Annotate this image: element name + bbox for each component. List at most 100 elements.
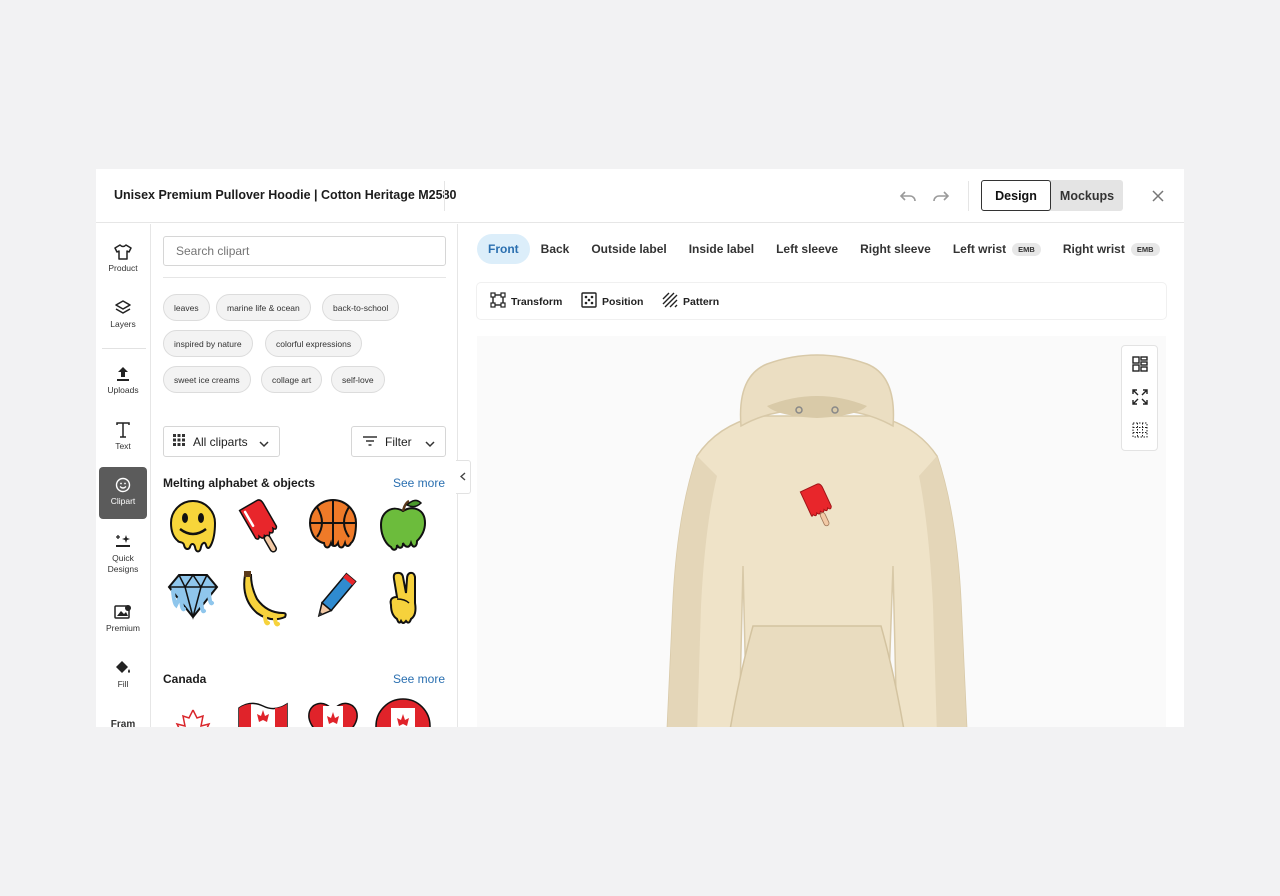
- section-title: Melting alphabet & objects: [163, 476, 316, 490]
- rail-label: Uploads: [107, 385, 139, 395]
- rail-label: Fram: [110, 719, 136, 727]
- layers-icon: [115, 297, 131, 319]
- grid-toggle-icon[interactable]: [1130, 420, 1150, 440]
- search-input[interactable]: [163, 236, 446, 266]
- tag-chip[interactable]: colorful expressions: [265, 330, 363, 357]
- tag-chip[interactable]: back-to-school: [322, 294, 400, 321]
- tag-chip[interactable]: marine life & ocean: [216, 294, 311, 321]
- grid-icon: [173, 434, 185, 449]
- clipart-melting-apple[interactable]: [373, 497, 433, 557]
- tab-outside-label[interactable]: Outside label: [580, 234, 677, 264]
- rail-item-layers[interactable]: Layers: [99, 290, 147, 342]
- rail-item-premium[interactable]: Premium: [99, 594, 147, 646]
- see-more-link[interactable]: See more: [393, 672, 445, 686]
- clipart-melting-popsicle[interactable]: [233, 497, 293, 557]
- clipart-melting-diamond[interactable]: [163, 569, 223, 629]
- smiley-icon: [115, 474, 131, 496]
- mode-switch: Design Mockups: [981, 180, 1123, 211]
- design-toolbar: Transform Position Pattern: [477, 283, 1166, 319]
- pattern-label: Pattern: [683, 295, 720, 308]
- clipart-canada-heart[interactable]: [303, 694, 363, 727]
- rail-item-uploads[interactable]: Uploads: [99, 356, 147, 408]
- layout-grid-icon[interactable]: [1130, 354, 1150, 374]
- filter-icon: [363, 435, 377, 449]
- divider: [102, 348, 146, 349]
- clipart-panel: leaves marine life & ocean back-to-schoo…: [151, 224, 458, 727]
- section-title: Canada: [163, 672, 207, 686]
- rail-item-clipart[interactable]: Clipart: [99, 467, 147, 519]
- tab-label: Left sleeve: [776, 242, 839, 256]
- clipart-melting-smiley[interactable]: [163, 497, 223, 557]
- divider: [968, 181, 969, 211]
- tab-left-wrist[interactable]: Left wrist EMB: [942, 234, 1052, 264]
- rail-item-product[interactable]: Product: [99, 234, 147, 286]
- undo-icon[interactable]: [898, 186, 918, 206]
- clipart-canada-circle[interactable]: [373, 694, 433, 727]
- tag-chip[interactable]: self-love: [331, 366, 385, 393]
- tab-label: Front: [488, 242, 519, 256]
- position-button[interactable]: Position: [581, 292, 643, 311]
- position-icon: [581, 292, 597, 311]
- tab-right-sleeve[interactable]: Right sleeve: [849, 234, 942, 264]
- canvas-side-tools: [1121, 345, 1158, 451]
- pattern-button[interactable]: Pattern: [662, 292, 719, 311]
- premium-image-icon: [114, 601, 132, 623]
- all-cliparts-label: All cliparts: [193, 434, 248, 449]
- chevron-down-icon: [425, 437, 435, 451]
- rail-item-text[interactable]: Text: [99, 412, 147, 464]
- see-more-link[interactable]: See more: [393, 476, 445, 490]
- sparkle-icon: [114, 531, 132, 553]
- tag-chip[interactable]: sweet ice creams: [163, 366, 251, 393]
- close-icon[interactable]: [1148, 186, 1168, 206]
- paint-bucket-icon: [115, 657, 131, 679]
- tab-front[interactable]: Front: [477, 234, 530, 264]
- tab-label: Right wrist: [1062, 242, 1125, 256]
- tab-label: Inside label: [688, 242, 755, 256]
- rail-label: Premium: [105, 623, 140, 633]
- tab-label: Back: [540, 242, 570, 256]
- rail-label: Product: [108, 263, 138, 273]
- tab-label: Right sleeve: [860, 242, 931, 256]
- tab-left-sleeve[interactable]: Left sleeve: [765, 234, 849, 264]
- transform-button[interactable]: Transform: [490, 292, 562, 311]
- rail-label: Quick Designs: [107, 553, 139, 575]
- text-icon: [116, 419, 130, 441]
- clipart-melting-banana[interactable]: [233, 569, 293, 629]
- clipart-melting-pencil[interactable]: [303, 569, 363, 629]
- clipart-canada-flag-wave[interactable]: [233, 694, 293, 727]
- hoodie-mockup: [657, 346, 977, 727]
- rail-item-fill[interactable]: Fill: [99, 650, 147, 702]
- product-title: Unisex Premium Pullover Hoodie | Cotton …: [114, 188, 457, 202]
- collapse-panel-button[interactable]: [456, 460, 471, 494]
- tab-label: Left wrist: [952, 242, 1007, 256]
- transform-label: Transform: [511, 295, 563, 308]
- mockups-tab[interactable]: Mockups: [1051, 180, 1123, 211]
- shirt-icon: [114, 241, 132, 263]
- pattern-icon: [662, 292, 678, 311]
- tag-chip[interactable]: leaves: [163, 294, 210, 321]
- all-cliparts-dropdown[interactable]: All cliparts: [163, 426, 280, 457]
- clipart-melting-peace-hand[interactable]: [373, 569, 433, 629]
- placement-tabs: Front Back Outside label Inside label Le…: [477, 234, 1171, 264]
- tab-inside-label[interactable]: Inside label: [678, 234, 765, 264]
- chevron-down-icon: [259, 437, 269, 451]
- upload-icon: [116, 363, 130, 385]
- rail-item-quick-designs[interactable]: Quick Designs: [99, 524, 147, 584]
- design-canvas[interactable]: [477, 336, 1166, 727]
- rail-label: Clipart: [110, 496, 136, 506]
- clipart-melting-basketball[interactable]: [303, 497, 363, 557]
- tag-chip[interactable]: collage art: [261, 366, 323, 393]
- tab-right-wrist[interactable]: Right wrist EMB: [1052, 234, 1171, 264]
- fit-expand-icon[interactable]: [1130, 387, 1150, 407]
- rail-label: Layers: [110, 319, 136, 329]
- emb-badge: EMB: [1130, 242, 1160, 256]
- tab-label: Outside label: [591, 242, 667, 256]
- tab-back[interactable]: Back: [530, 234, 581, 264]
- filter-dropdown[interactable]: Filter: [351, 426, 446, 457]
- design-tab[interactable]: Design: [981, 180, 1051, 211]
- rail-item-frames[interactable]: Fram: [99, 711, 147, 727]
- clipart-maple-leaf-outline[interactable]: [163, 694, 223, 727]
- emb-badge: EMB: [1012, 242, 1041, 256]
- redo-icon[interactable]: [931, 186, 951, 206]
- tag-chip[interactable]: inspired by nature: [163, 330, 253, 357]
